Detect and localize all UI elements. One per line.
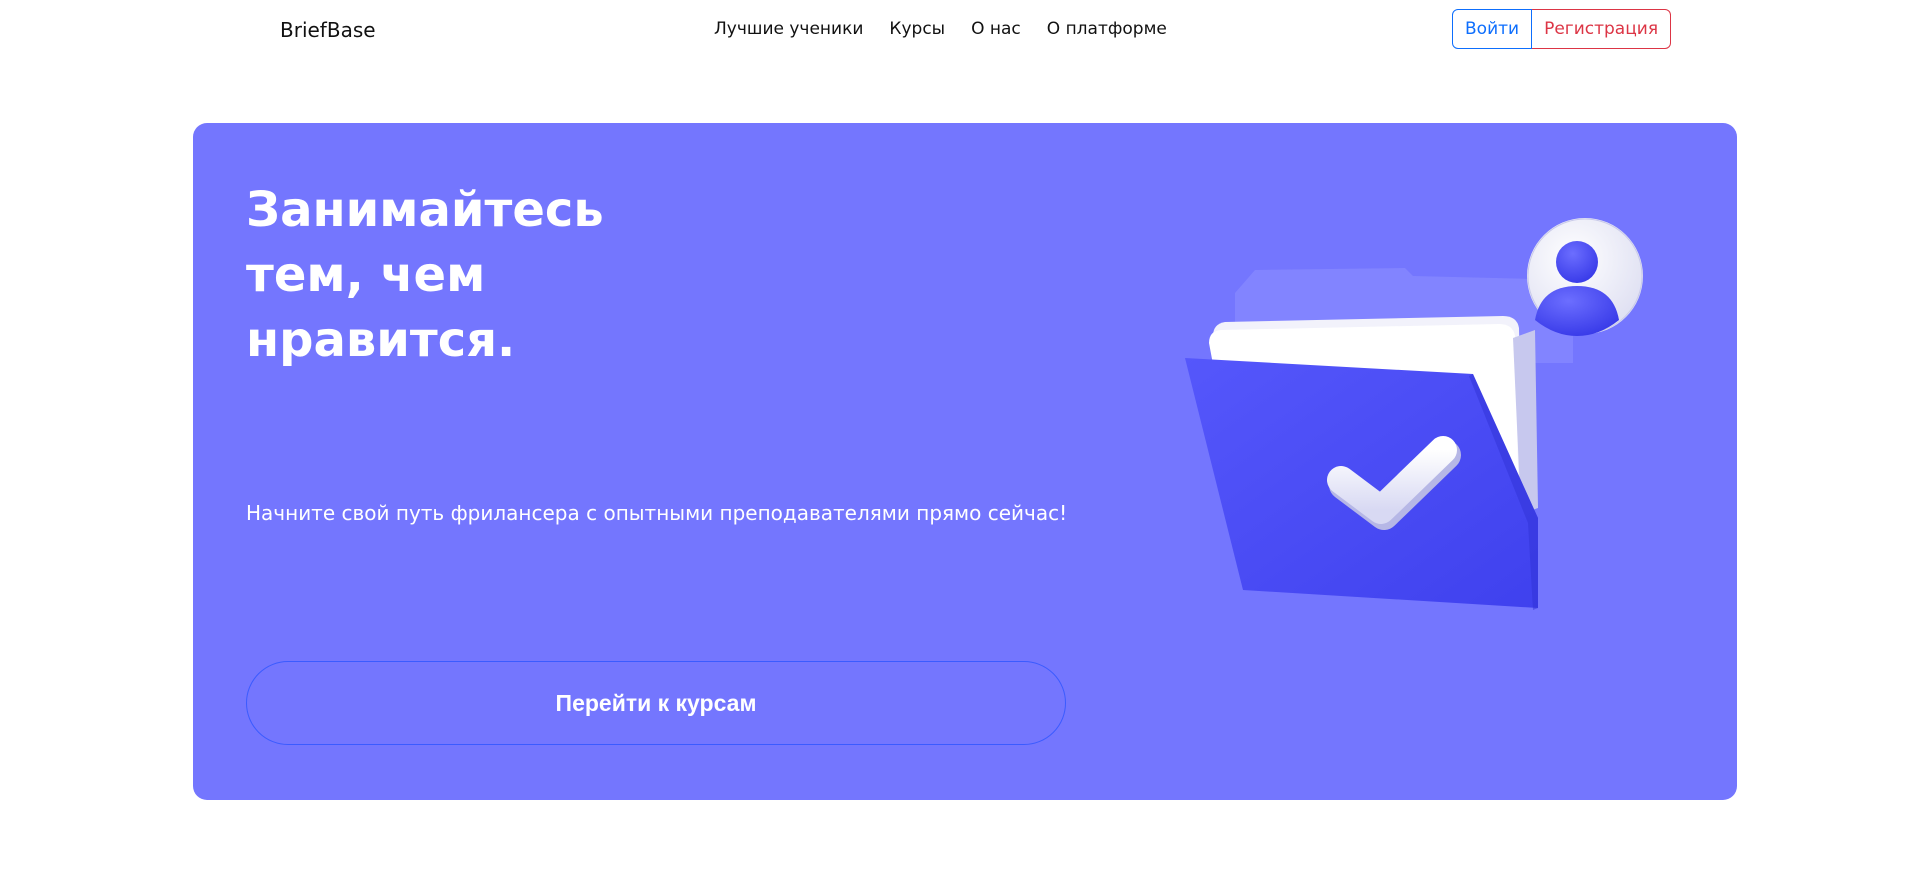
top-navbar: BriefBase Лучшие ученики Курсы О нас О п… xyxy=(0,0,1920,62)
hero-banner: Занимайтесь тем, чем нравится. Начните с… xyxy=(193,123,1737,800)
nav-link-about-us[interactable]: О нас xyxy=(971,19,1021,39)
hero-title-line: нравится. xyxy=(246,312,516,368)
folder-illustration xyxy=(1185,218,1643,610)
user-avatar-icon xyxy=(1527,218,1643,336)
nav-link-top-students[interactable]: Лучшие ученики xyxy=(714,19,863,39)
go-to-courses-button[interactable]: Перейти к курсам xyxy=(246,661,1066,745)
register-button[interactable]: Регистрация xyxy=(1532,9,1672,49)
hero-title: Занимайтесь тем, чем нравится. xyxy=(246,178,666,373)
login-button[interactable]: Войти xyxy=(1452,9,1533,49)
nav-link-courses[interactable]: Курсы xyxy=(889,19,945,39)
hero-title-line: Занимайтесь xyxy=(246,182,604,238)
folder-icon xyxy=(1185,268,1573,610)
main-nav: Лучшие ученики Курсы О нас О платформе xyxy=(714,19,1167,39)
nav-link-about-platform[interactable]: О платформе xyxy=(1047,19,1167,39)
hero-title-line: тем, чем xyxy=(246,247,486,303)
auth-button-group: Войти Регистрация xyxy=(1452,9,1672,49)
brand-logo[interactable]: BriefBase xyxy=(280,18,376,42)
hero-subtitle: Начните свой путь фрилансера с опытными … xyxy=(246,501,1068,525)
